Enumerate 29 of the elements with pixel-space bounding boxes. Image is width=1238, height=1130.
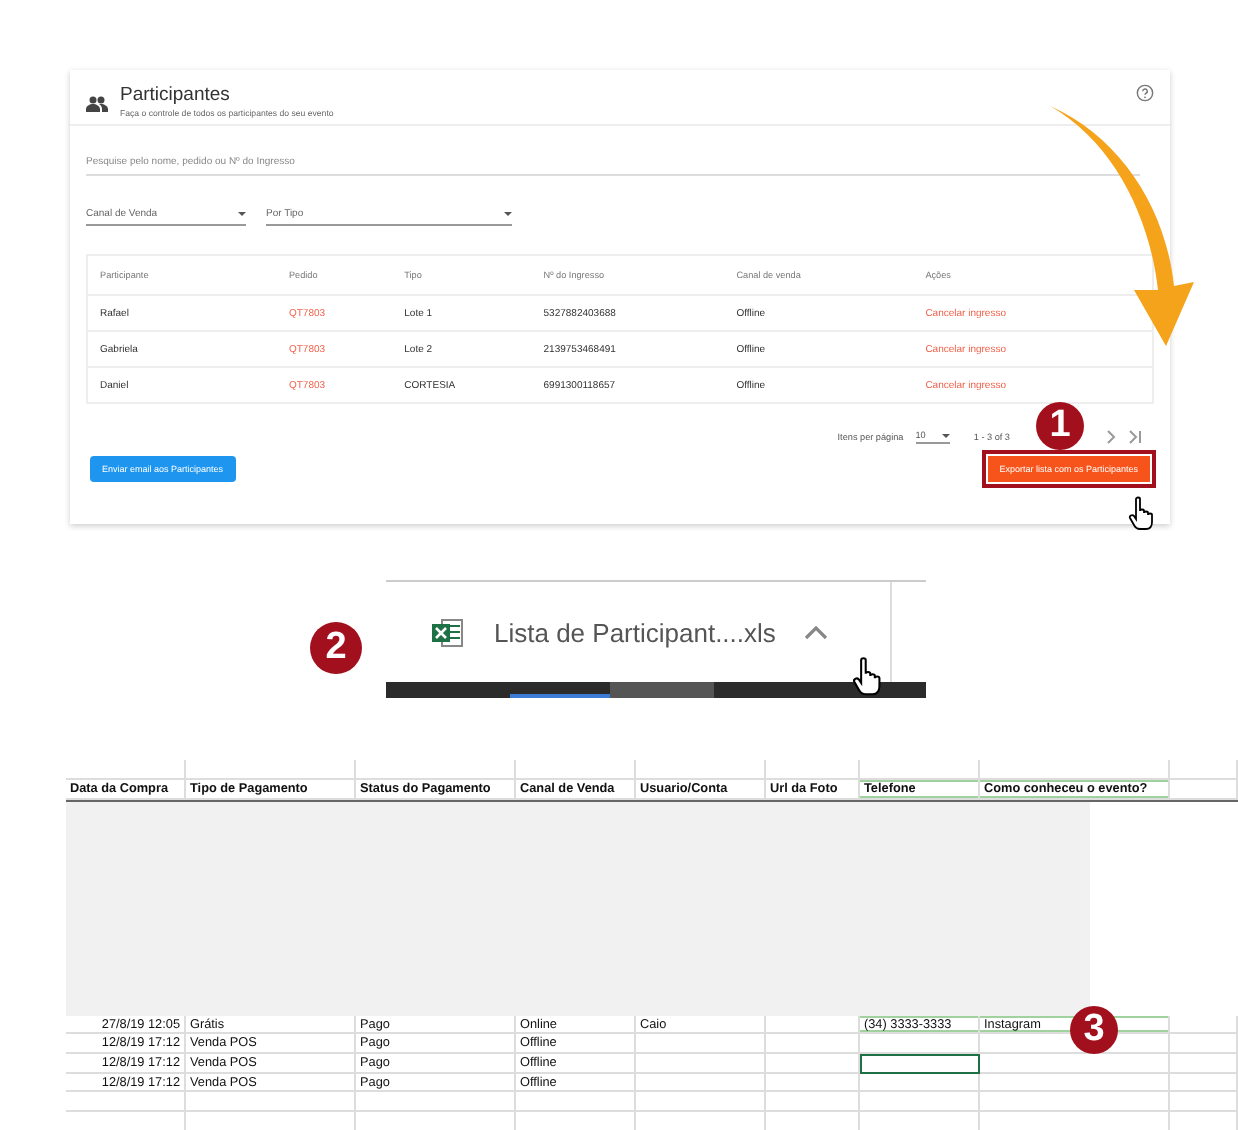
empty-cell	[766, 1092, 860, 1113]
empty-cell	[516, 760, 636, 780]
download-filename[interactable]: Lista de Participant....xls	[494, 617, 776, 647]
empty-cell	[1170, 1092, 1238, 1113]
step-number: 2	[310, 622, 362, 674]
empty-cell	[860, 1092, 980, 1113]
last-page-icon[interactable]	[1128, 429, 1142, 443]
empty-cell	[636, 760, 766, 780]
empty-cell	[636, 1092, 766, 1113]
step-number: 1	[1036, 402, 1084, 450]
empty-cell	[1170, 1073, 1238, 1093]
empty-cell	[516, 1092, 636, 1113]
chevron-up-icon[interactable]	[803, 625, 828, 639]
empty-cell	[66, 760, 186, 780]
help-icon[interactable]	[1136, 84, 1154, 102]
step-number: 3	[1070, 1006, 1118, 1054]
empty-cell	[1170, 760, 1238, 780]
people-icon	[86, 96, 108, 112]
empty-cell	[1170, 1054, 1238, 1074]
spreadsheet-file-icon	[430, 617, 466, 647]
empty-cell	[766, 760, 860, 780]
hand-cursor-icon	[852, 656, 884, 696]
card-title: Participantes	[120, 84, 232, 106]
empty-cell	[1170, 779, 1238, 800]
empty-cell	[860, 760, 980, 780]
empty-cell	[1170, 1034, 1238, 1055]
next-page-icon[interactable]	[1106, 429, 1116, 443]
empty-cell	[1170, 1015, 1238, 1035]
empty-cell	[66, 1092, 186, 1113]
